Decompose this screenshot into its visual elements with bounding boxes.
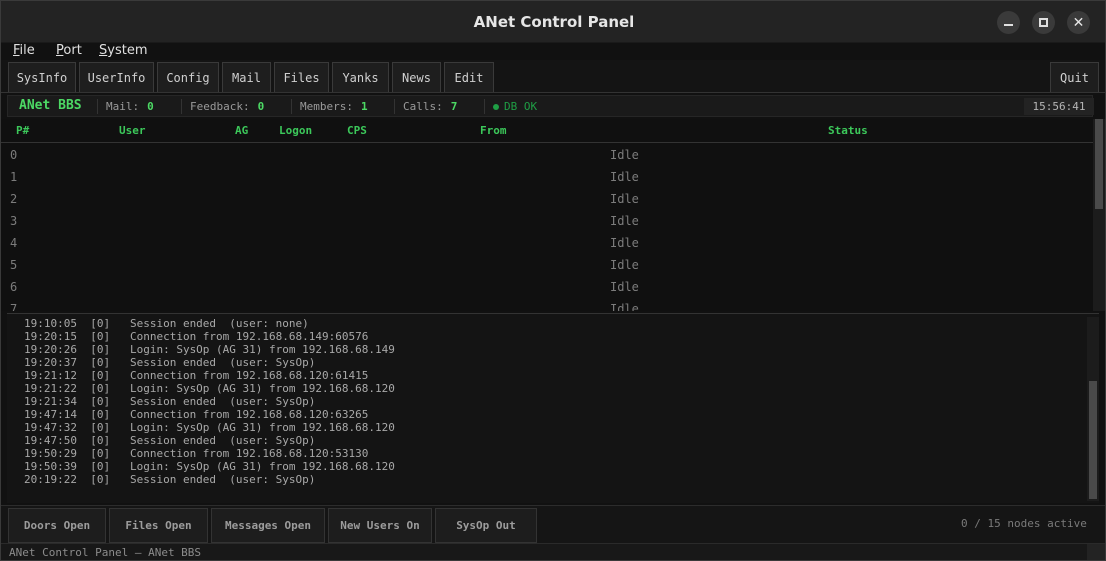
node-table: P# User AG Logon CPS From Status 0 Idle 1… xyxy=(1,119,1093,311)
tab-edit[interactable]: Edit xyxy=(444,62,494,92)
table-row[interactable]: 5 Idle xyxy=(1,254,1093,276)
tab-files[interactable]: Files xyxy=(274,62,329,92)
separator xyxy=(181,99,182,114)
log-line: 19:50:39 [0] Login: SysOp (AG 31) from 1… xyxy=(24,460,395,473)
minimize-icon xyxy=(1004,24,1013,26)
node-table-header: P# User AG Logon CPS From Status xyxy=(1,119,1093,143)
toggle-button-bar: Doors Open Files Open Messages Open New … xyxy=(1,505,1105,543)
tab-config[interactable]: Config xyxy=(157,62,219,92)
feedback-count: Feedback: 0 xyxy=(190,100,265,113)
menu-system[interactable]: System xyxy=(99,43,148,58)
tab-mail[interactable]: Mail xyxy=(222,62,271,92)
messages-open-button[interactable]: Messages Open xyxy=(211,508,325,543)
separator xyxy=(97,99,98,114)
close-icon: ✕ xyxy=(1072,14,1085,31)
sysop-out-button[interactable]: SysOp Out xyxy=(435,508,537,543)
bbs-name: ANet BBS xyxy=(19,98,82,113)
tab-userinfo[interactable]: UserInfo xyxy=(79,62,154,92)
calls-count: Calls: 7 xyxy=(403,100,458,113)
menu-port[interactable]: Port xyxy=(56,43,82,58)
close-button[interactable]: ✕ xyxy=(1067,11,1090,34)
log-line: 19:21:12 [0] Connection from 192.168.68.… xyxy=(24,369,369,382)
db-status: DB OK xyxy=(493,100,537,113)
col-from[interactable]: From xyxy=(480,124,507,137)
col-logon[interactable]: Logon xyxy=(279,124,312,137)
table-row[interactable]: 1 Idle xyxy=(1,166,1093,188)
table-row[interactable]: 7 Idle xyxy=(1,298,1093,311)
table-row[interactable]: 3 Idle xyxy=(1,210,1093,232)
clock: 15:56:41 xyxy=(1024,98,1094,115)
separator xyxy=(484,99,485,114)
db-status-dot-icon xyxy=(493,104,499,110)
menu-file[interactable]: File xyxy=(13,43,35,58)
quit-button[interactable]: Quit xyxy=(1050,62,1099,92)
new-users-on-button[interactable]: New Users On xyxy=(328,508,432,543)
table-row[interactable]: 2 Idle xyxy=(1,188,1093,210)
node-table-scrollbar[interactable] xyxy=(1093,119,1105,311)
resize-grip[interactable] xyxy=(1087,544,1105,560)
files-open-button[interactable]: Files Open xyxy=(109,508,208,543)
log-line: 20:19:22 [0] Session ended (user: SysOp) xyxy=(24,473,316,486)
separator xyxy=(291,99,292,114)
tab-yanks[interactable]: Yanks xyxy=(332,62,389,92)
log-line: 19:50:29 [0] Connection from 192.168.68.… xyxy=(24,447,369,460)
members-count: Members: 1 xyxy=(300,100,368,113)
col-cps[interactable]: CPS xyxy=(347,124,367,137)
doors-open-button[interactable]: Doors Open xyxy=(8,508,106,543)
log-line: 19:20:15 [0] Connection from 192.168.68.… xyxy=(24,330,369,343)
log-line: 19:10:05 [0] Session ended (user: none) xyxy=(24,317,309,330)
app-window: ANet Control Panel ✕ File Port System Sy… xyxy=(0,0,1106,561)
status-bar: ANet Control Panel — ANet BBS xyxy=(1,543,1105,560)
log-line: 19:47:50 [0] Session ended (user: SysOp) xyxy=(24,434,316,447)
window-title: ANet Control Panel xyxy=(473,13,635,31)
tab-news[interactable]: News xyxy=(392,62,441,92)
tab-bar: SysInfo UserInfo Config Mail Files Yanks… xyxy=(1,60,1105,93)
col-ag[interactable]: AG xyxy=(235,124,248,137)
event-log: 19:10:05 [0] Session ended (user: none) … xyxy=(7,313,1099,503)
log-line: 19:20:26 [0] Login: SysOp (AG 31) from 1… xyxy=(24,343,395,356)
log-line: 19:21:34 [0] Session ended (user: SysOp) xyxy=(24,395,316,408)
title-bar[interactable]: ANet Control Panel ✕ xyxy=(1,1,1105,43)
log-line: 19:21:22 [0] Login: SysOp (AG 31) from 1… xyxy=(24,382,395,395)
log-line: 19:20:37 [0] Session ended (user: SysOp) xyxy=(24,356,316,369)
maximize-icon xyxy=(1039,18,1048,27)
scrollbar-thumb[interactable] xyxy=(1095,119,1103,209)
menu-bar: File Port System xyxy=(1,43,1105,60)
table-row[interactable]: 4 Idle xyxy=(1,232,1093,254)
status-strip: ANet BBS Mail: 0 Feedback: 0 Members: 1 Cal… xyxy=(7,95,1094,117)
maximize-button[interactable] xyxy=(1032,11,1055,34)
log-line: 19:47:14 [0] Connection from 192.168.68.… xyxy=(24,408,369,421)
col-port[interactable]: P# xyxy=(16,124,29,137)
col-status[interactable]: Status xyxy=(828,124,868,137)
tab-sysinfo[interactable]: SysInfo xyxy=(8,62,76,92)
minimize-button[interactable] xyxy=(997,11,1020,34)
log-line: 19:47:32 [0] Login: SysOp (AG 31) from 1… xyxy=(24,421,395,434)
separator xyxy=(394,99,395,114)
log-scrollbar[interactable] xyxy=(1087,317,1099,501)
nodes-active-count: 0 / 15 nodes active xyxy=(961,517,1087,530)
status-bar-text: ANet Control Panel — ANet BBS xyxy=(9,546,202,559)
table-row[interactable]: 6 Idle xyxy=(1,276,1093,298)
col-user[interactable]: User xyxy=(119,124,146,137)
scrollbar-thumb[interactable] xyxy=(1089,381,1097,499)
mail-count: Mail: 0 xyxy=(106,100,154,113)
table-row[interactable]: 0 Idle xyxy=(1,144,1093,166)
